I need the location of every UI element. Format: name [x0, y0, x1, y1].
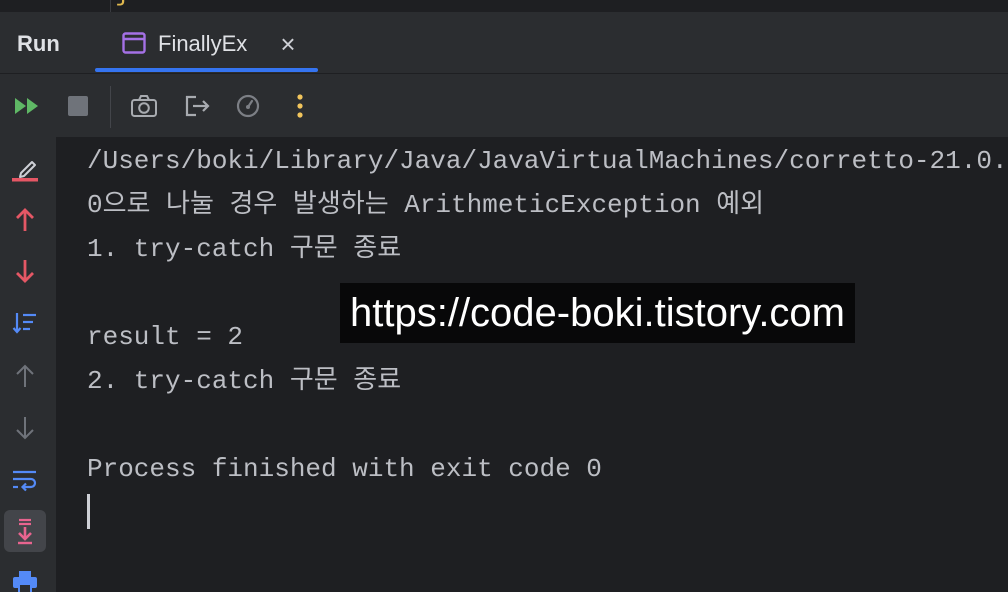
- console-line: 0으로 나눌 경우 발생하는 ArithmeticException 예외: [87, 190, 765, 220]
- clear-all-button[interactable]: [4, 147, 46, 189]
- editor-fragment: }: [0, 0, 1008, 12]
- editor-gutter-divider: [110, 0, 111, 12]
- console-side-toolbar: [0, 137, 56, 592]
- exit-icon[interactable]: [183, 94, 211, 118]
- scroll-up-button[interactable]: [4, 355, 46, 397]
- gauge-icon[interactable]: [235, 94, 261, 118]
- stop-icon[interactable]: [68, 96, 88, 116]
- scroll-to-end-icon: [18, 518, 32, 545]
- run-tool-window-header: Run FinallyEx ×: [0, 12, 1008, 73]
- run-toolbar: [0, 74, 1008, 137]
- console-line: 1. try-catch 구문 종료: [87, 234, 402, 264]
- scroll-to-end-button[interactable]: [4, 510, 46, 552]
- console-line: /Users/boki/Library/Java/JavaVirtualMach…: [87, 146, 1008, 176]
- print-icon: [13, 571, 37, 592]
- toolbar-separator: [110, 86, 111, 128]
- soft-wrap-button[interactable]: [4, 459, 46, 501]
- text-cursor: [87, 494, 90, 529]
- rerun-icon[interactable]: [14, 97, 40, 115]
- watermark: https://code-boki.tistory.com: [340, 283, 855, 343]
- camera-icon[interactable]: [130, 94, 158, 118]
- next-occurrence-button[interactable]: [4, 250, 46, 292]
- down-arrow-icon: [16, 417, 34, 440]
- previous-occurrence-button[interactable]: [4, 199, 46, 241]
- tab-finallyex[interactable]: FinallyEx ×: [95, 12, 318, 73]
- tab-label: FinallyEx: [158, 31, 248, 56]
- closing-brace: }: [115, 0, 131, 8]
- active-tab-indicator: [95, 68, 318, 72]
- soft-wrap-icon: [13, 470, 37, 492]
- print-button[interactable]: [4, 561, 46, 592]
- scroll-down-button[interactable]: [4, 407, 46, 449]
- clear-all-icon: [12, 161, 38, 182]
- up-arrow-icon: [16, 364, 34, 387]
- up-arrow-icon: [16, 208, 34, 231]
- console-line: 2. try-catch 구문 종료: [87, 366, 402, 396]
- close-icon[interactable]: ×: [278, 26, 298, 62]
- sort-button[interactable]: [4, 302, 46, 344]
- console-output[interactable]: /Users/boki/Library/Java/JavaVirtualMach…: [56, 137, 1008, 592]
- tool-window-title: Run: [17, 31, 60, 56]
- more-vertical-icon[interactable]: [294, 94, 306, 118]
- application-window-icon: [122, 32, 146, 54]
- down-arrow-icon: [16, 260, 34, 283]
- console-line: Process finished with exit code 0: [87, 454, 602, 484]
- sort-icon: [12, 313, 36, 334]
